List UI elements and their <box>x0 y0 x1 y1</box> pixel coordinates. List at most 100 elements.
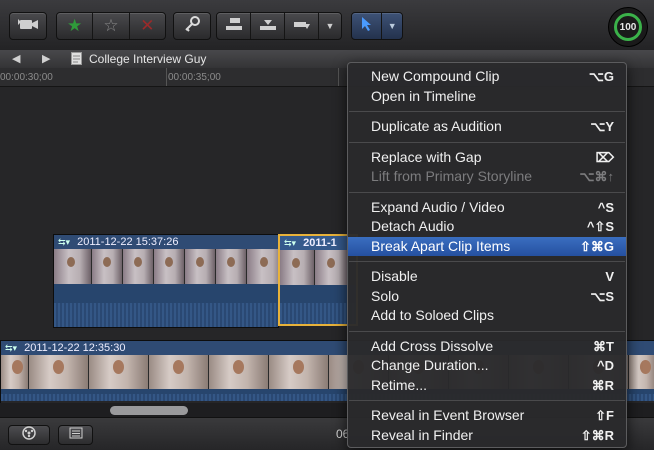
menu-item-label: Break Apart Clip Items <box>371 237 511 254</box>
chevron-down-icon: ▼ <box>387 21 397 31</box>
filmstrip-frame <box>629 355 654 389</box>
filmstrip-frame <box>315 250 350 285</box>
tool-menu-button[interactable]: ▼ <box>382 13 402 39</box>
menu-item-add-to-soloed-clips[interactable]: Add to Soloed Clips <box>348 306 626 326</box>
menu-item-label: Detach Audio <box>371 218 455 234</box>
clip-header: ⇆▾ 2011-1 <box>280 236 356 250</box>
menu-item-solo[interactable]: Solo ⌥S <box>348 287 626 307</box>
menu-item-shortcut: ⌥⌘↑ <box>579 169 614 184</box>
film-reel-icon <box>18 425 40 445</box>
clip-timestamp: 2011-12-22 12:35:30 <box>24 342 126 354</box>
meter-value: 100 <box>619 21 637 33</box>
menu-item-label: Expand Audio / Video <box>371 198 505 215</box>
keyword-editor-button[interactable] <box>173 12 211 40</box>
selected-connected-clip[interactable]: ⇆▾ 2011-1 <box>278 234 358 326</box>
menu-item-expand-audio-video[interactable]: Expand Audio / Video ^S <box>348 198 626 218</box>
scrollbar-thumb[interactable] <box>110 406 188 415</box>
filmstrip-frame <box>209 355 269 389</box>
menu-item-change-duration[interactable]: Change Duration... ^D <box>348 356 626 376</box>
filmstrip-frame <box>269 355 329 389</box>
menu-item-shortcut: ⌘R <box>591 377 614 393</box>
clip-header: ⇆▾ 2011-12-22 15:37:26 <box>54 235 278 249</box>
menu-item-break-apart-clip-items[interactable]: Break Apart Clip Items ⇧⌘G <box>348 236 626 256</box>
connected-clip[interactable]: ⇆▾ 2011-12-22 15:37:26 <box>53 234 279 328</box>
clip-type-icon: ⇆▾ <box>284 238 297 248</box>
clip-filmstrip <box>280 250 356 285</box>
menu-item-lift-from-primary-storyline: Lift from Primary Storyline ⌥⌘↑ <box>348 167 626 187</box>
filmstrip-frame <box>89 355 149 389</box>
filmstrip-frame <box>216 249 247 284</box>
ruler-tick-label: 00:00:30;00 <box>0 72 53 83</box>
menu-item-shortcut: ⌦ <box>595 149 614 165</box>
filmstrip-frame <box>29 355 89 389</box>
insert-icon <box>259 17 277 35</box>
context-menu: New Compound Clip ⌥G Open in Timeline Dupli… <box>347 62 627 448</box>
menu-item-label: Solo <box>371 287 400 304</box>
back-arrow-icon[interactable]: ◀ <box>12 52 20 65</box>
select-tool-button[interactable] <box>352 13 383 39</box>
menu-item-shortcut: V <box>605 269 614 284</box>
menu-item-reveal-in-finder[interactable]: Reveal in Finder ⇧⌘R <box>348 426 626 446</box>
menu-item-detach-audio[interactable]: Detach Audio ^⇧S <box>348 217 626 237</box>
menu-item-shortcut: ^D <box>597 358 614 373</box>
menu-item-shortcut: ⌥Y <box>590 119 614 134</box>
menu-item-label: Change Duration... <box>371 357 489 373</box>
menu-item-shortcut: ⇧⌘G <box>579 238 614 254</box>
camera-icon <box>17 16 39 36</box>
menu-separator <box>349 400 625 401</box>
arrow-pointer-icon <box>361 16 373 36</box>
append-icon <box>293 17 311 35</box>
menu-separator <box>349 191 625 193</box>
menu-item-label: Lift from Primary Storyline <box>371 168 533 184</box>
unrate-button[interactable]: ☆ <box>93 13 130 39</box>
menu-item-shortcut: ⌘T <box>593 338 614 354</box>
filmstrip-frame <box>1 355 29 389</box>
filmstrip-frame <box>185 249 216 284</box>
insert-clip-button[interactable] <box>251 13 285 39</box>
filmstrip-frame <box>123 249 154 284</box>
menu-item-duplicate-as-audition[interactable]: Duplicate as Audition ⌥Y <box>348 117 626 137</box>
menu-item-label: Replace with Gap <box>371 148 482 165</box>
star-outline-icon: ☆ <box>103 16 119 35</box>
edit-mode-menu-button[interactable]: ▼ <box>319 13 341 39</box>
ruler-tick <box>166 68 167 86</box>
menu-separator <box>349 330 625 332</box>
menu-item-label: Disable <box>371 268 418 284</box>
connect-icon <box>225 17 243 35</box>
menu-item-shortcut: ⇧⌘R <box>580 427 614 443</box>
filmstrip-frame <box>92 249 123 284</box>
audio-waveform <box>280 285 356 324</box>
star-filled-icon: ★ <box>67 16 83 35</box>
menu-item-open-in-timeline[interactable]: Open in Timeline <box>348 87 626 107</box>
filmstrip-frame <box>154 249 185 284</box>
menu-item-label: Add to Soloed Clips <box>371 307 494 323</box>
menu-item-disable[interactable]: Disable V <box>348 267 626 287</box>
menu-item-retime[interactable]: Retime... ⌘R <box>348 376 626 396</box>
rating-segment: ★ ☆ ✕ <box>56 12 166 40</box>
media-browser-button[interactable] <box>8 425 50 445</box>
background-tasks-meter[interactable]: 100 <box>608 7 648 47</box>
menu-item-reveal-in-event-browser[interactable]: Reveal in Event Browser ⇧F <box>348 406 626 426</box>
menu-item-label: Open in Timeline <box>371 87 477 104</box>
menu-item-new-compound-clip[interactable]: New Compound Clip ⌥G <box>348 67 626 87</box>
menu-item-replace-with-gap[interactable]: Replace with Gap ⌦ <box>348 148 626 168</box>
forward-arrow-icon[interactable]: ▶ <box>42 52 50 65</box>
filmstrip-frame <box>247 249 278 284</box>
reject-button[interactable]: ✕ <box>130 13 165 39</box>
clip-type-icon: ⇆▾ <box>58 237 71 247</box>
menu-item-add-cross-dissolve[interactable]: Add Cross Dissolve ⌘T <box>348 337 626 357</box>
document-icon <box>71 52 82 68</box>
menu-item-label: New Compound Clip <box>371 68 500 84</box>
filmstrip-frame <box>280 250 315 285</box>
append-clip-button[interactable] <box>285 13 319 39</box>
timeline-index-button[interactable] <box>58 425 93 445</box>
connect-clip-button[interactable] <box>217 13 251 39</box>
favorite-button[interactable]: ★ <box>57 13 94 39</box>
filmstrip-frame <box>149 355 209 389</box>
menu-separator <box>349 261 625 262</box>
edit-mode-segment: ▼ <box>216 12 342 40</box>
toolbar: ★ ☆ ✕ ▼ ▼ 100 <box>0 0 654 51</box>
import-media-button[interactable] <box>9 12 47 40</box>
audio-waveform <box>54 284 278 327</box>
key-icon <box>183 15 201 37</box>
